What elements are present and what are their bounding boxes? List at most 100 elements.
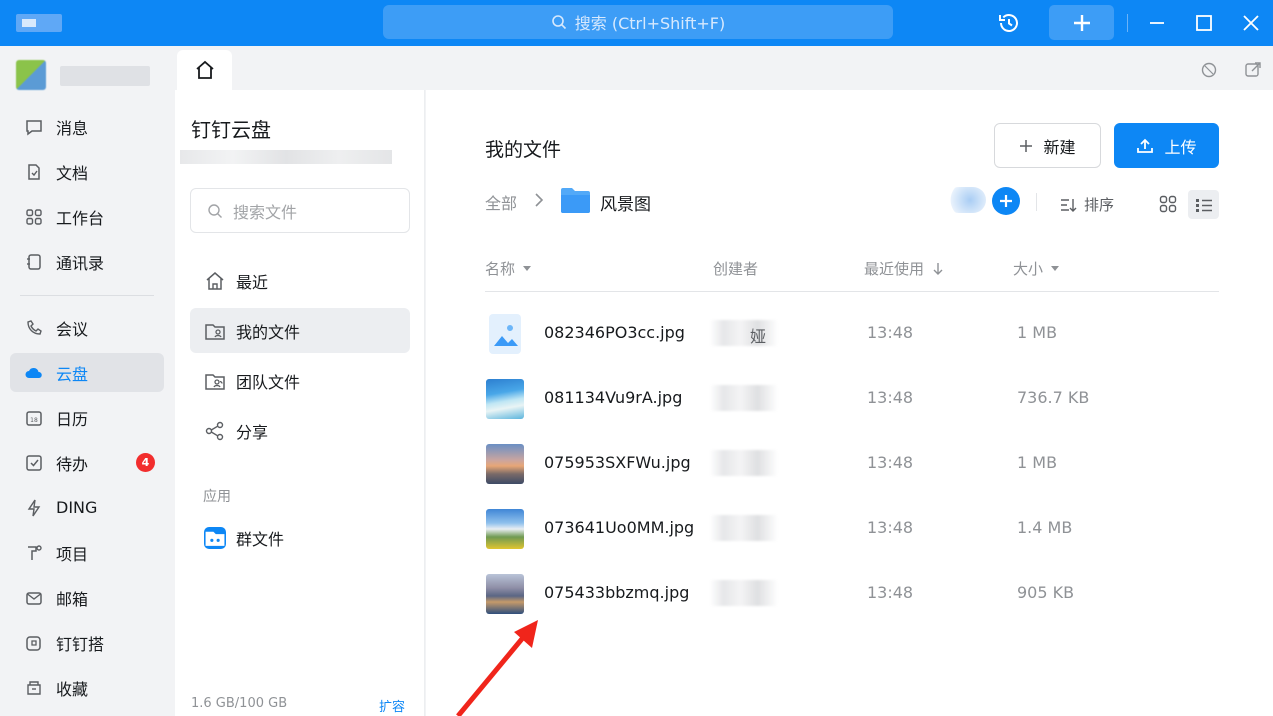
nav-item-favorites[interactable]: 收藏 <box>10 668 164 707</box>
last-used-time: 13:48 <box>867 518 914 537</box>
nav-item-workbench[interactable]: 工作台 <box>10 197 164 236</box>
global-search-placeholder: 搜索 (Ctrl+Shift+F) <box>574 14 726 33</box>
folder-icon <box>561 188 590 213</box>
column-label: 名称 <box>485 260 516 278</box>
nav-item-label: 钉钉搭 <box>56 634 105 654</box>
left-navigation: 消息 文档 工作台 通讯录 会议 云盘 18 日历 待办 4 DING 项目 邮… <box>0 46 175 716</box>
column-label: 大小 <box>1013 260 1044 278</box>
column-creator: 创建者 <box>713 258 758 279</box>
tab-bar <box>175 46 1273 90</box>
open-external-icon[interactable] <box>1243 60 1263 80</box>
breadcrumb-root[interactable]: 全部 <box>485 190 517 214</box>
project-icon <box>28 544 42 560</box>
member-avatars-blurred[interactable] <box>946 187 986 213</box>
global-search-bar[interactable]: 搜索 (Ctrl+Shift+F) <box>383 5 893 39</box>
file-search-input[interactable]: 搜索文件 <box>190 188 410 233</box>
image-file-icon <box>486 314 524 354</box>
maximize-icon[interactable] <box>1193 12 1215 34</box>
organization-name-blurred <box>180 150 392 164</box>
profile[interactable] <box>16 60 156 90</box>
user-folder-icon <box>205 323 225 340</box>
new-button[interactable]: 新建 <box>994 123 1101 168</box>
favorites-icon <box>27 680 41 695</box>
search-icon <box>551 15 566 30</box>
nav-item-meeting[interactable]: 会议 <box>10 308 164 347</box>
create-button[interactable] <box>1049 5 1114 40</box>
nav-item-dingda[interactable]: 钉钉搭 <box>10 623 164 662</box>
minimize-icon[interactable] <box>1146 12 1168 34</box>
caret-down-icon <box>523 266 532 271</box>
creator-blurred <box>710 580 778 606</box>
nav-item-label: 云盘 <box>56 364 89 384</box>
arrow-down-icon <box>933 262 943 275</box>
sidebar-item-label: 我的文件 <box>236 322 301 342</box>
nav-item-calendar[interactable]: 18 日历 <box>10 398 164 437</box>
add-member-button[interactable] <box>992 187 1020 215</box>
nav-item-label: 邮箱 <box>56 589 89 609</box>
nav-item-label: 消息 <box>56 118 89 138</box>
file-size: 736.7 KB <box>1017 388 1090 407</box>
expand-storage-link[interactable]: 扩容 <box>379 696 405 715</box>
avatar[interactable] <box>16 60 46 90</box>
nav-item-cloud-drive[interactable]: 云盘 <box>10 353 164 392</box>
nav-item-label: 项目 <box>56 544 89 564</box>
new-button-label: 新建 <box>1043 137 1076 157</box>
last-used-time: 13:48 <box>867 583 914 602</box>
close-icon[interactable] <box>1240 12 1262 34</box>
ding-icon <box>27 499 41 516</box>
sidebar-item-label: 最近 <box>236 272 269 292</box>
nav-item-project[interactable]: 项目 <box>10 533 164 572</box>
creator-blurred <box>710 385 778 411</box>
column-name[interactable]: 名称 <box>485 258 532 279</box>
file-size: 1.4 MB <box>1017 518 1073 537</box>
sort-button[interactable]: 排序 <box>1060 194 1114 215</box>
user-name-blurred <box>60 66 150 86</box>
sidebar-item-group-files[interactable]: 群文件 <box>190 515 410 560</box>
nav-item-label: 会议 <box>56 319 89 339</box>
nav-item-label: 日历 <box>56 409 89 429</box>
nav-item-todo[interactable]: 待办 4 <box>10 443 164 482</box>
table-row[interactable]: 075433bbzmq.jpg 13:48 905 KB <box>485 562 1219 627</box>
nav-item-label: 待办 <box>56 454 89 474</box>
creator-blurred <box>710 515 778 541</box>
sidebar-item-share[interactable]: 分享 <box>190 408 410 453</box>
upload-button-label: 上传 <box>1164 137 1197 157</box>
nav-divider <box>20 295 154 296</box>
last-used-time: 13:48 <box>867 323 914 342</box>
sidebar-item-label: 群文件 <box>236 529 285 549</box>
nav-item-docs[interactable]: 文档 <box>10 152 164 191</box>
file-name: 081134Vu9rA.jpg <box>544 388 683 407</box>
table-row[interactable]: 075953SXFWu.jpg 13:48 1 MB <box>485 432 1219 497</box>
nav-item-ding[interactable]: DING <box>10 488 164 527</box>
refresh-icon[interactable] <box>1199 60 1219 80</box>
tab-home[interactable] <box>177 50 232 90</box>
file-size: 1 MB <box>1017 453 1058 472</box>
file-name: 075433bbzmq.jpg <box>544 583 690 602</box>
column-size[interactable]: 大小 <box>1013 258 1060 279</box>
image-thumbnail <box>486 379 524 419</box>
home-icon <box>206 271 224 290</box>
upload-button[interactable]: 上传 <box>1114 123 1219 168</box>
nav-item-label: 收藏 <box>56 679 89 699</box>
column-recent[interactable]: 最近使用 <box>864 258 944 279</box>
table-row[interactable]: 073641Uo0MM.jpg 13:48 1.4 MB <box>485 497 1219 562</box>
grid-view-icon[interactable] <box>1158 194 1178 214</box>
sidebar-item-team-files[interactable]: 团队文件 <box>190 358 410 403</box>
chevron-right-icon <box>535 193 544 207</box>
table-row[interactable]: 081134Vu9rA.jpg 13:48 736.7 KB <box>485 367 1219 432</box>
nav-item-messages[interactable]: 消息 <box>10 107 164 146</box>
last-used-time: 13:48 <box>867 388 914 407</box>
plus-icon <box>1020 139 1033 152</box>
upload-icon <box>1137 138 1154 153</box>
sidebar-item-label: 团队文件 <box>236 372 301 392</box>
table-row[interactable]: 082346PO3cc.jpg 娅 13:48 1 MB <box>485 302 1219 367</box>
file-name: 082346PO3cc.jpg <box>544 323 685 342</box>
nav-item-mail[interactable]: 邮箱 <box>10 578 164 617</box>
breadcrumb-current-folder: 风景图 <box>600 195 651 215</box>
sidebar-item-recent[interactable]: 最近 <box>190 258 410 303</box>
nav-item-contacts[interactable]: 通讯录 <box>10 242 164 281</box>
plus-icon <box>1000 195 1012 207</box>
list-view-button[interactable] <box>1188 190 1219 219</box>
history-icon[interactable] <box>997 11 1021 35</box>
sidebar-item-my-files[interactable]: 我的文件 <box>190 308 410 353</box>
